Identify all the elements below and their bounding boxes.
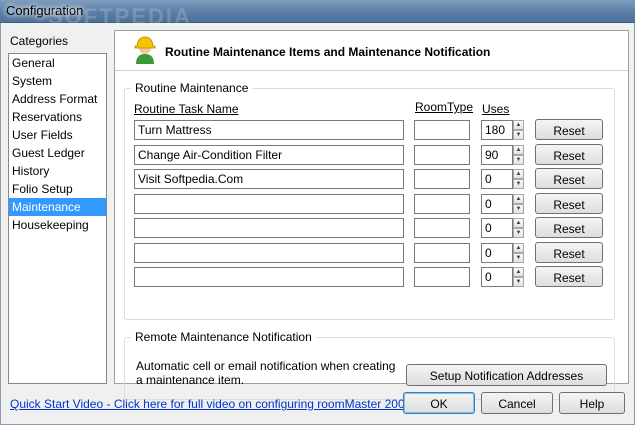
- uses-increment-icon[interactable]: ▲: [513, 242, 524, 253]
- uses-decrement-icon[interactable]: ▼: [513, 179, 524, 189]
- uses-input[interactable]: 90: [481, 144, 513, 165]
- panel-heading: Routine Maintenance Items and Maintenanc…: [165, 45, 491, 59]
- task-name-input[interactable]: Change Air-Condition Filter: [134, 144, 404, 165]
- category-item[interactable]: User Fields: [9, 126, 106, 144]
- uses-increment-icon[interactable]: ▲: [513, 218, 524, 228]
- routine-row: 0 ▲ ▼ Reset: [125, 192, 615, 215]
- setup-notification-button[interactable]: Setup Notification Addresses: [406, 364, 607, 386]
- task-name-input[interactable]: Visit Softpedia.Com: [134, 169, 404, 189]
- room-type-input[interactable]: [414, 144, 470, 165]
- category-item[interactable]: Housekeeping: [9, 216, 106, 234]
- uses-input[interactable]: 0: [481, 242, 513, 263]
- routine-row: Visit Softpedia.Com 0 ▲ ▼ Reset: [125, 168, 615, 190]
- uses-decrement-icon[interactable]: ▼: [513, 277, 524, 287]
- help-button[interactable]: Help: [559, 392, 625, 414]
- maintenance-panel: Routine Maintenance Items and Maintenanc…: [114, 30, 629, 400]
- uses-increment-icon[interactable]: ▲: [513, 144, 524, 155]
- cancel-button[interactable]: Cancel: [481, 392, 553, 414]
- routine-row: Change Air-Condition Filter 90 ▲ ▼ Reset: [125, 143, 615, 166]
- room-type-input[interactable]: [414, 193, 470, 214]
- col-uses: Uses: [482, 102, 510, 116]
- routine-row: 0 ▲ ▼ Reset: [125, 266, 615, 288]
- uses-input[interactable]: 0: [481, 267, 513, 287]
- category-item[interactable]: History: [9, 162, 106, 180]
- uses-increment-icon[interactable]: ▲: [513, 169, 524, 179]
- quick-start-video-link[interactable]: Quick Start Video - Click here for full …: [10, 397, 411, 411]
- maintenance-worker-icon: [134, 36, 156, 64]
- uses-increment-icon[interactable]: ▲: [513, 120, 524, 130]
- reset-button[interactable]: Reset: [535, 241, 603, 263]
- room-type-input[interactable]: [414, 267, 470, 287]
- uses-decrement-icon[interactable]: ▼: [513, 228, 524, 238]
- ok-button[interactable]: OK: [403, 392, 475, 414]
- category-item[interactable]: Maintenance: [9, 198, 106, 216]
- dialog-body: Categories General System Address Format Re…: [0, 23, 635, 425]
- reset-button[interactable]: Reset: [535, 119, 603, 140]
- category-item[interactable]: Reservations: [9, 108, 106, 126]
- routine-row: Turn Mattress 180 ▲ ▼ Reset: [125, 119, 615, 141]
- category-item[interactable]: System: [9, 72, 106, 90]
- reset-button[interactable]: Reset: [535, 217, 603, 238]
- reset-button[interactable]: Reset: [535, 192, 603, 214]
- uses-decrement-icon[interactable]: ▼: [513, 252, 524, 263]
- remote-notification-group: Remote Maintenance Notification Automati…: [124, 330, 615, 400]
- reset-button[interactable]: Reset: [535, 168, 603, 189]
- task-name-input[interactable]: [134, 193, 404, 214]
- category-item[interactable]: Folio Setup: [9, 180, 106, 198]
- col-task-name: Routine Task Name: [134, 102, 239, 116]
- routine-row: 0 ▲ ▼ Reset: [125, 217, 615, 239]
- uses-input[interactable]: 0: [481, 218, 513, 238]
- uses-decrement-icon[interactable]: ▼: [513, 154, 524, 165]
- uses-increment-icon[interactable]: ▲: [513, 193, 524, 204]
- room-type-input[interactable]: [414, 120, 470, 140]
- category-item[interactable]: Guest Ledger: [9, 144, 106, 162]
- task-name-input[interactable]: [134, 242, 404, 263]
- room-type-input[interactable]: [414, 218, 470, 238]
- category-item[interactable]: Address Format: [9, 90, 106, 108]
- uses-input[interactable]: 0: [481, 169, 513, 189]
- category-item[interactable]: General: [9, 54, 106, 72]
- uses-decrement-icon[interactable]: ▼: [513, 130, 524, 140]
- title-bar[interactable]: Configuration SOFTPEDIA: [0, 0, 635, 29]
- categories-label: Categories: [10, 34, 69, 48]
- task-name-input[interactable]: [134, 218, 404, 238]
- room-type-input[interactable]: [414, 169, 470, 189]
- reset-button[interactable]: Reset: [535, 143, 603, 165]
- task-name-input[interactable]: [134, 267, 404, 287]
- routine-group-title: Routine Maintenance: [131, 81, 253, 95]
- remote-description: Automatic cell or email notification whe…: [136, 359, 396, 387]
- uses-increment-icon[interactable]: ▲: [513, 267, 524, 277]
- uses-input[interactable]: 180: [481, 120, 513, 140]
- uses-decrement-icon[interactable]: ▼: [513, 203, 524, 214]
- configuration-window: Configuration SOFTPEDIA Categories Gener…: [0, 0, 635, 425]
- routine-maintenance-group: Routine Maintenance Routine Task Name Ro…: [124, 81, 615, 320]
- reset-button[interactable]: Reset: [535, 266, 603, 287]
- routine-row: 0 ▲ ▼ Reset: [125, 241, 615, 264]
- room-type-input[interactable]: [414, 242, 470, 263]
- panel-header: Routine Maintenance Items and Maintenanc…: [115, 31, 628, 71]
- task-name-input[interactable]: Turn Mattress: [134, 120, 404, 140]
- remote-group-title: Remote Maintenance Notification: [131, 330, 316, 344]
- categories-list[interactable]: General System Address Format Reservations U…: [8, 53, 107, 384]
- col-room-type: RoomType: [415, 100, 474, 114]
- uses-input[interactable]: 0: [481, 193, 513, 214]
